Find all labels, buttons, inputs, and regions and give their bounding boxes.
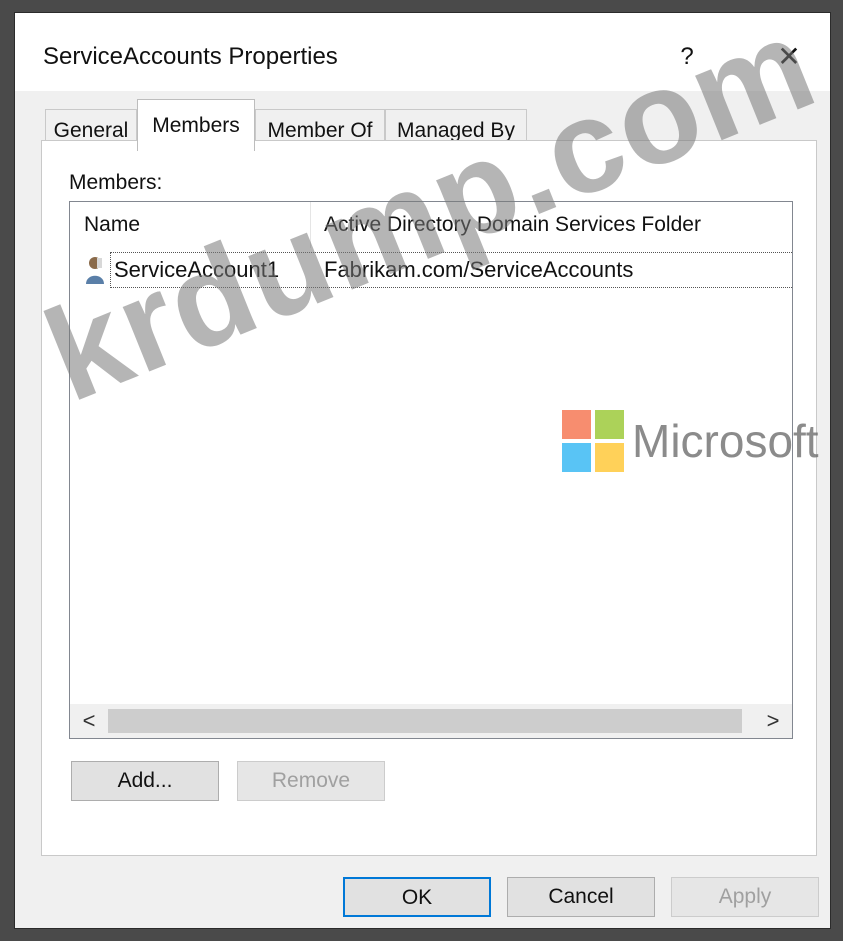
cancel-button[interactable]: Cancel bbox=[507, 877, 655, 917]
microsoft-watermark-text: Microsoft bbox=[632, 415, 819, 467]
apply-button[interactable]: Apply bbox=[671, 877, 819, 917]
scroll-left-icon[interactable]: < bbox=[72, 704, 106, 738]
scroll-right-icon[interactable]: > bbox=[756, 704, 790, 738]
ok-button[interactable]: OK bbox=[343, 877, 491, 917]
scroll-thumb[interactable] bbox=[108, 709, 742, 733]
members-label: Members: bbox=[69, 171, 163, 194]
dialog-title: ServiceAccounts Properties bbox=[43, 43, 338, 70]
add-button[interactable]: Add... bbox=[71, 761, 219, 801]
microsoft-logo-icon bbox=[562, 410, 624, 472]
horizontal-scrollbar[interactable]: < > bbox=[70, 704, 792, 738]
remove-button[interactable]: Remove bbox=[237, 761, 385, 801]
tab-members[interactable]: Members bbox=[137, 99, 255, 151]
